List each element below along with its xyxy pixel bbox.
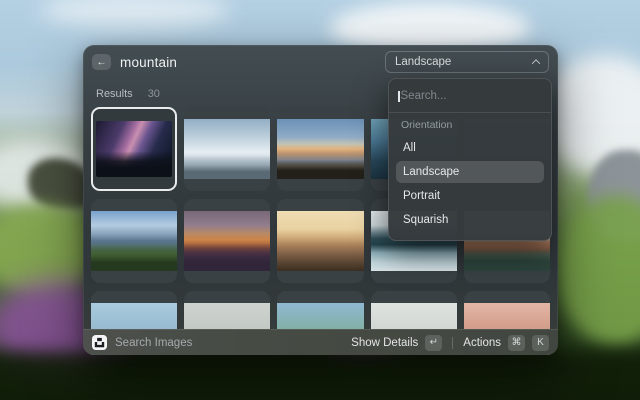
cloud [40, 0, 230, 28]
thumbnail-image [277, 119, 363, 179]
thumbnail-image [91, 211, 177, 271]
option-portrait[interactable]: Portrait [396, 185, 544, 207]
grassy-slope [556, 195, 640, 345]
option-all[interactable]: All [396, 137, 544, 159]
text-cursor [398, 91, 400, 102]
footer-bar: Search Images Show Details ↵ Actions ⌘ K [83, 329, 558, 355]
foreground-foliage [0, 352, 640, 400]
footer-divider [452, 337, 453, 349]
result-thumbnail-selected[interactable] [91, 107, 177, 191]
filter-dropdown-label: Landscape [395, 56, 451, 68]
option-squarish[interactable]: Squarish [396, 209, 544, 231]
unsplash-icon [92, 335, 107, 350]
result-thumbnail[interactable] [184, 107, 270, 191]
thumbnail-image [96, 121, 172, 177]
thumbnail-image [184, 211, 270, 271]
back-arrow-icon: ← [97, 57, 107, 68]
desktop-wallpaper: ← mountain Landscape Results 30 [0, 0, 640, 400]
search-query-text[interactable]: mountain [120, 55, 177, 70]
orientation-dropdown-panel: Orientation All Landscape Portrait Squar… [388, 78, 552, 241]
result-thumbnail[interactable] [91, 199, 177, 283]
dropdown-divider [389, 112, 551, 113]
option-landscape-selected[interactable]: Landscape [396, 161, 544, 183]
command-key-icon: ⌘ [508, 335, 525, 351]
show-details-button[interactable]: Show Details [351, 337, 418, 349]
dropdown-search[interactable] [396, 85, 544, 107]
header: ← mountain Landscape [83, 45, 558, 79]
enter-key-icon: ↵ [425, 335, 442, 351]
back-button[interactable]: ← [92, 54, 111, 70]
actions-button[interactable]: Actions [463, 337, 501, 349]
filter-dropdown-button[interactable]: Landscape [385, 51, 549, 73]
chevron-up-icon [532, 59, 540, 67]
dropdown-section-label: Orientation [401, 119, 539, 131]
results-label: Results [96, 88, 133, 100]
result-thumbnail[interactable] [277, 199, 363, 283]
extension-name: Search Images [115, 337, 192, 349]
thumbnail-image [277, 211, 363, 271]
launcher-window: ← mountain Landscape Results 30 [83, 45, 558, 355]
footer-actions: Show Details ↵ Actions ⌘ K [351, 335, 549, 351]
result-thumbnail[interactable] [277, 107, 363, 191]
thumbnail-image [184, 119, 270, 179]
results-count: 30 [148, 88, 160, 100]
result-thumbnail[interactable] [184, 199, 270, 283]
dropdown-search-input[interactable] [401, 90, 543, 102]
k-key-icon: K [532, 335, 549, 351]
